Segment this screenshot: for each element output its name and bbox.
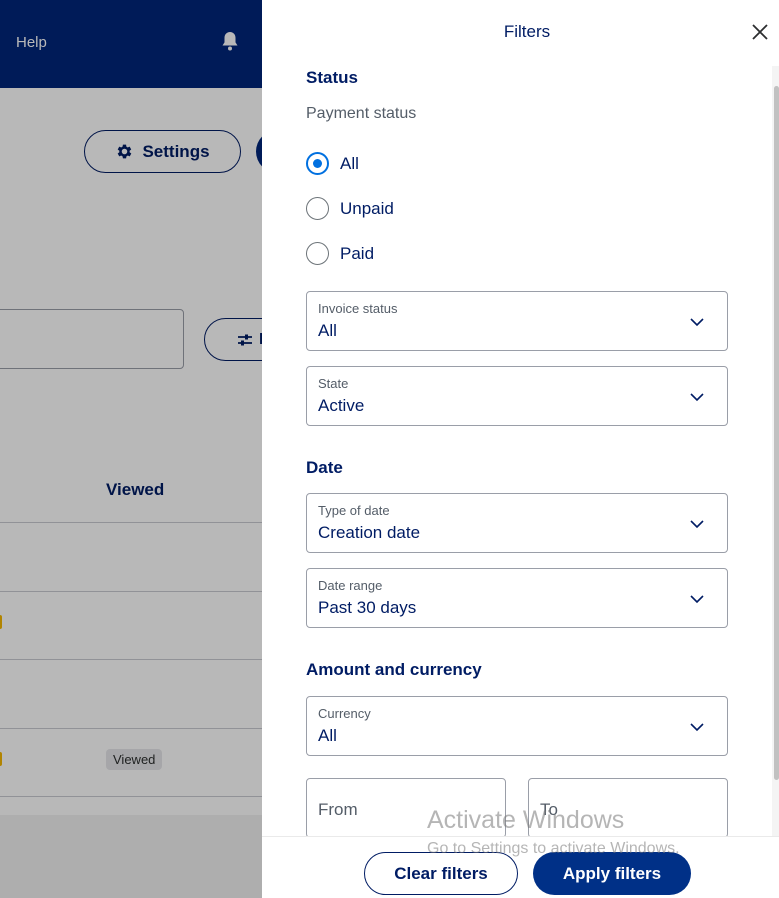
drawer-title: Filters (503, 22, 551, 41)
select-value: All (318, 321, 337, 340)
radio-unchecked-icon (306, 242, 329, 265)
clear-filters-button[interactable]: Clear filters (364, 852, 518, 895)
invoice-status-select[interactable]: Invoice status All (306, 291, 728, 351)
chevron-down-icon (690, 723, 704, 732)
select-label: Type of date (318, 503, 390, 518)
select-value: All (318, 726, 337, 745)
scrollbar-thumb[interactable] (774, 86, 779, 780)
type-of-date-select[interactable]: Type of date Creation date (306, 493, 728, 553)
section-title-status: Status (306, 68, 358, 87)
section-title-amount: Amount and currency (306, 660, 482, 679)
section-title-date: Date (306, 458, 343, 477)
select-label: State (318, 376, 349, 391)
currency-select[interactable]: Currency All (306, 696, 728, 756)
radio-all[interactable]: All (306, 152, 359, 175)
activate-windows-watermark-subtitle: Go to Settings to activate Windows. (427, 840, 680, 857)
select-value: Creation date (318, 523, 421, 542)
close-icon[interactable] (750, 22, 770, 42)
select-value: Active (318, 396, 365, 415)
input-placeholder: From (318, 800, 358, 819)
radio-checked-icon (306, 152, 329, 175)
chevron-down-icon (690, 520, 704, 529)
select-label: Currency (318, 706, 371, 721)
select-label: Date range (318, 578, 383, 593)
filters-drawer: Filters Status Payment status All Unpaid… (262, 0, 779, 898)
radio-label: Unpaid (340, 198, 394, 218)
select-label: Invoice status (318, 301, 398, 316)
chevron-down-icon (690, 595, 704, 604)
chevron-down-icon (690, 318, 704, 327)
radio-label: Paid (340, 243, 375, 263)
date-range-select[interactable]: Date range Past 30 days (306, 568, 728, 628)
radio-unpaid[interactable]: Unpaid (306, 197, 394, 220)
payment-status-label: Payment status (306, 105, 417, 122)
state-select[interactable]: State Active (306, 366, 728, 426)
chevron-down-icon (690, 393, 704, 402)
apply-filters-button[interactable]: Apply filters (533, 852, 691, 895)
radio-paid[interactable]: Paid (306, 242, 374, 265)
activate-windows-watermark-title: Activate Windows (427, 806, 625, 834)
select-value: Past 30 days (318, 598, 417, 617)
radio-label: All (340, 153, 359, 173)
radio-unchecked-icon (306, 197, 329, 220)
